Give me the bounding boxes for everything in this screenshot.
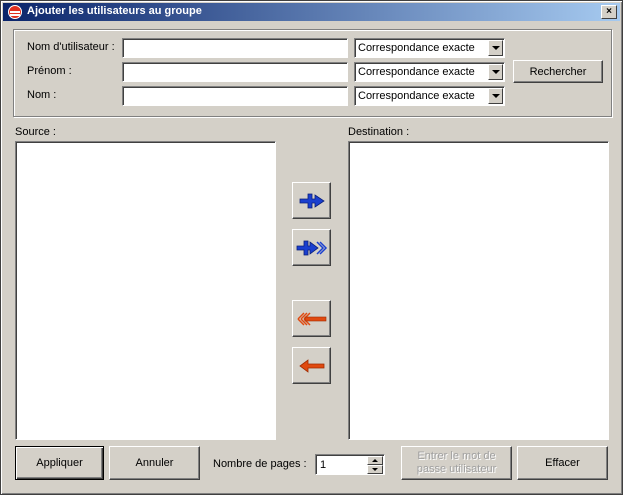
clear-button[interactable]: Effacer [517,446,608,480]
add-all-button[interactable] [292,229,331,266]
firstname-match-value: Correspondance exacte [358,66,475,78]
chevron-down-icon[interactable] [488,40,503,56]
arrow-left-red-icon [298,358,324,373]
username-input[interactable] [122,38,348,58]
double-arrow-left-red-icon [296,311,326,326]
chevron-down-icon[interactable] [488,88,503,104]
double-arrow-right-blue-icon [296,240,327,255]
title-bar[interactable]: Ajouter les utilisateurs au groupe × [3,3,620,21]
remove-all-button[interactable] [292,300,331,337]
username-match-select[interactable]: Correspondance exacte [354,38,505,58]
stepper-up-icon[interactable] [367,456,383,465]
dialog-window: Ajouter les utilisateurs au groupe × Nom… [0,0,623,495]
destination-label: Destination : [348,126,410,138]
window-title: Ajouter les utilisateurs au groupe [27,5,202,17]
enter-password-line2: passe utilisateur [416,463,497,475]
close-button[interactable]: × [601,5,617,19]
firstname-input[interactable] [122,62,348,82]
pages-stepper[interactable]: 1 [315,454,385,475]
destination-list[interactable] [348,141,609,440]
search-button[interactable]: Rechercher [513,60,603,83]
lastname-input[interactable] [122,86,348,106]
apply-button[interactable]: Appliquer [15,446,104,480]
lastname-match-select[interactable]: Correspondance exacte [354,86,505,106]
add-selected-button[interactable] [292,182,331,219]
enter-password-line1: Entrer le mot de [417,450,496,462]
app-logo-icon [8,5,22,19]
pages-value: 1 [320,459,327,471]
source-list[interactable] [15,141,276,440]
firstname-label: Prénom : [27,65,72,77]
firstname-match-select[interactable]: Correspondance exacte [354,62,505,82]
arrow-right-blue-icon [299,193,325,208]
remove-selected-button[interactable] [292,347,331,384]
lastname-match-value: Correspondance exacte [358,90,475,102]
enter-password-button: Entrer le mot de passe utilisateur [401,446,512,480]
stepper-down-icon[interactable] [367,465,383,474]
chevron-down-icon[interactable] [488,64,503,80]
username-label: Nom d'utilisateur : [27,41,115,53]
lastname-label: Nom : [27,89,57,101]
source-label: Source : [15,126,56,138]
username-match-value: Correspondance exacte [358,42,475,54]
pages-label: Nombre de pages : [213,458,307,470]
cancel-button[interactable]: Annuler [109,446,200,480]
